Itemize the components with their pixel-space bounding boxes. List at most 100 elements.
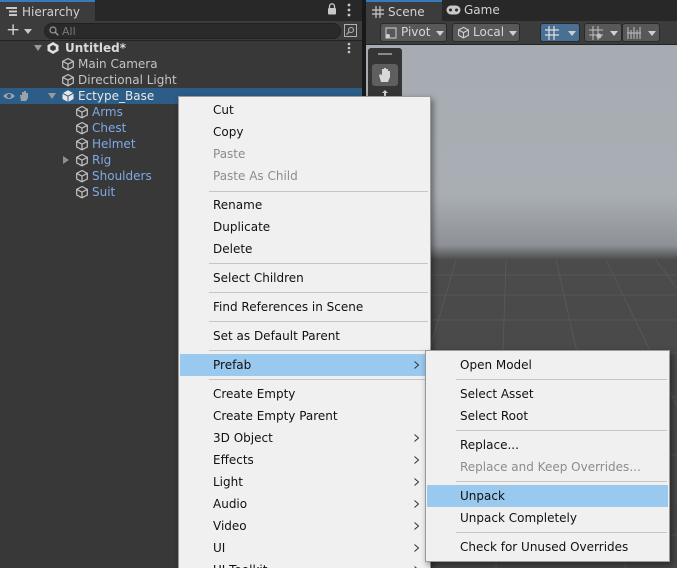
hierarchy-item[interactable]: Main Camera bbox=[0, 56, 362, 72]
menu-item-label: Effects bbox=[213, 453, 254, 467]
menu-item-label: 3D Object bbox=[213, 431, 273, 445]
menu-item-label: Create Empty Parent bbox=[213, 409, 338, 423]
menu-item-paste[interactable]: Paste bbox=[180, 143, 429, 165]
menu-item-label: Paste As Child bbox=[213, 169, 298, 183]
scene-kebab-icon[interactable] bbox=[347, 42, 351, 54]
menu-item-ui-toolkit[interactable]: UI Toolkit bbox=[180, 559, 429, 568]
menu-item-select-children[interactable]: Select Children bbox=[180, 267, 429, 289]
hierarchy-item-label: Arms bbox=[92, 105, 123, 119]
foldout-closed-icon[interactable] bbox=[63, 156, 69, 164]
kebab-menu-icon[interactable] bbox=[347, 3, 351, 17]
scene-toolbar: Pivot Local bbox=[366, 21, 677, 45]
menu-item-label: Replace and Keep Overrides... bbox=[460, 460, 641, 474]
submenu-arrow-icon bbox=[414, 361, 419, 369]
grid-snap-icon bbox=[589, 26, 603, 40]
menu-item-check-unused-overrides[interactable]: Check for Unused Overrides bbox=[427, 536, 668, 558]
increment-snap-icon bbox=[627, 27, 641, 39]
search-icon[interactable] bbox=[49, 26, 59, 36]
menu-separator bbox=[209, 292, 428, 293]
tab-game[interactable]: Game bbox=[442, 0, 512, 21]
grid-toggle-icon bbox=[545, 26, 559, 40]
hierarchy-item[interactable]: Directional Light bbox=[0, 72, 362, 88]
menu-item-create-empty-parent[interactable]: Create Empty Parent bbox=[180, 405, 429, 427]
hand-tool-button[interactable] bbox=[372, 64, 398, 86]
create-dropdown-button[interactable]: + bbox=[4, 20, 34, 40]
menu-item-replace-keep-overrides[interactable]: Replace and Keep Overrides... bbox=[427, 456, 668, 478]
search-input[interactable] bbox=[62, 24, 332, 38]
snap-settings-toggle[interactable] bbox=[584, 23, 622, 42]
menu-item-prefab[interactable]: Prefab bbox=[180, 354, 429, 376]
pivot-label: Pivot bbox=[401, 25, 431, 39]
menu-item-set-default-parent[interactable]: Set as Default Parent bbox=[180, 325, 429, 347]
prefab-cube-icon bbox=[62, 90, 74, 102]
foldout-open-icon[interactable] bbox=[48, 93, 56, 99]
local-icon bbox=[458, 26, 469, 39]
pivot-icon bbox=[385, 27, 397, 39]
menu-item-open-model[interactable]: Open Model bbox=[427, 354, 668, 376]
menu-item-label: Create Empty bbox=[213, 387, 296, 401]
menu-separator bbox=[209, 263, 428, 264]
menu-item-copy[interactable]: Copy bbox=[180, 121, 429, 143]
scene-root-row[interactable]: Untitled* bbox=[0, 40, 362, 56]
menu-item-video[interactable]: Video bbox=[180, 515, 429, 537]
hierarchy-toolbar: + bbox=[0, 20, 362, 41]
menu-item-ui[interactable]: UI bbox=[180, 537, 429, 559]
plus-icon: + bbox=[6, 20, 21, 40]
scene-name: Untitled* bbox=[65, 41, 126, 55]
foldout-open-icon[interactable] bbox=[34, 45, 42, 51]
hierarchy-tab-bar: Hierarchy bbox=[0, 0, 362, 21]
menu-item-effects[interactable]: Effects bbox=[180, 449, 429, 471]
menu-item-light[interactable]: Light bbox=[180, 471, 429, 493]
menu-separator bbox=[456, 379, 667, 380]
chevron-down-icon bbox=[648, 31, 656, 36]
menu-item-create-empty[interactable]: Create Empty bbox=[180, 383, 429, 405]
menu-item-unpack[interactable]: Unpack bbox=[427, 485, 668, 507]
menu-item-label: Light bbox=[213, 475, 243, 489]
gameobject-cube-icon bbox=[62, 73, 74, 87]
chevron-down-icon bbox=[509, 31, 517, 36]
menu-item-label: Open Model bbox=[460, 358, 532, 372]
menu-item-cut[interactable]: Cut bbox=[180, 99, 429, 121]
menu-item-select-root[interactable]: Select Root bbox=[427, 405, 668, 427]
drag-handle[interactable] bbox=[378, 53, 392, 55]
scene-tab-bar: Scene Game bbox=[366, 0, 677, 21]
menu-item-replace[interactable]: Replace... bbox=[427, 434, 668, 456]
chevron-down-icon bbox=[568, 31, 576, 36]
tab-scene[interactable]: Scene bbox=[366, 0, 442, 21]
menu-item-delete[interactable]: Delete bbox=[180, 238, 429, 260]
menu-item-select-asset[interactable]: Select Asset bbox=[427, 383, 668, 405]
menu-item-label: UI bbox=[213, 541, 226, 555]
menu-item-audio[interactable]: Audio bbox=[180, 493, 429, 515]
lock-icon[interactable] bbox=[327, 3, 337, 15]
menu-item-3d-object[interactable]: 3D Object bbox=[180, 427, 429, 449]
prefab-cube-icon bbox=[76, 121, 88, 135]
menu-item-label: Select Root bbox=[460, 409, 529, 423]
menu-item-label: Prefab bbox=[213, 358, 252, 372]
menu-item-duplicate[interactable]: Duplicate bbox=[180, 216, 429, 238]
menu-item-find-references[interactable]: Find References in Scene bbox=[180, 296, 429, 318]
chevron-down-icon bbox=[436, 31, 444, 36]
pickable-hand-icon[interactable] bbox=[18, 90, 30, 102]
menu-item-rename[interactable]: Rename bbox=[180, 194, 429, 216]
increment-snap-dropdown[interactable] bbox=[622, 23, 660, 42]
tab-label: Scene bbox=[388, 5, 425, 19]
grid-visibility-toggle[interactable] bbox=[540, 23, 580, 42]
hierarchy-item-label: Shoulders bbox=[92, 169, 152, 183]
hierarchy-icon bbox=[6, 7, 17, 16]
hierarchy-item-label: Helmet bbox=[92, 137, 136, 151]
tab-hierarchy[interactable]: Hierarchy bbox=[0, 0, 95, 21]
scene-search-icon[interactable] bbox=[344, 24, 357, 37]
menu-item-label: Video bbox=[213, 519, 247, 533]
menu-item-label: Audio bbox=[213, 497, 248, 511]
menu-item-paste-as-child[interactable]: Paste As Child bbox=[180, 165, 429, 187]
submenu-arrow-icon bbox=[414, 544, 419, 552]
submenu-arrow-icon bbox=[414, 434, 419, 442]
pivot-dropdown[interactable]: Pivot bbox=[380, 23, 447, 42]
visibility-eye-icon[interactable] bbox=[2, 91, 16, 101]
prefab-cube-icon bbox=[76, 185, 88, 199]
menu-separator bbox=[456, 532, 667, 533]
local-dropdown[interactable]: Local bbox=[452, 23, 520, 42]
prefab-cube-icon bbox=[76, 153, 88, 167]
menu-item-label: UI Toolkit bbox=[213, 559, 267, 568]
menu-item-unpack-completely[interactable]: Unpack Completely bbox=[427, 507, 668, 529]
